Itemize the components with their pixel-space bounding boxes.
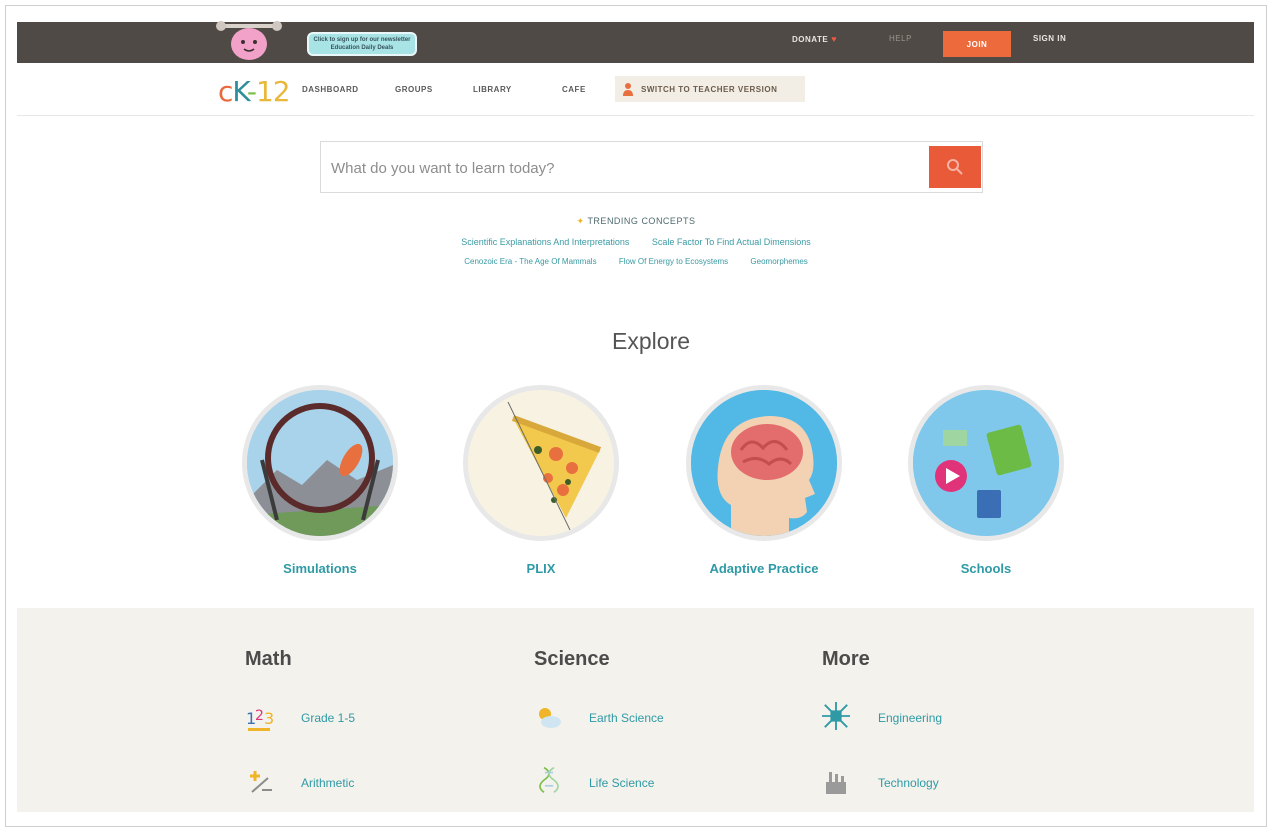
explore-heading: Explore [612, 328, 690, 354]
math-heading: Math [245, 648, 292, 670]
sign-in-link[interactable]: SIGN IN [1033, 34, 1066, 43]
tile-label-adaptive-practice: Adaptive Practice [709, 561, 819, 576]
promo-line-2: Education Daily Deals [330, 45, 394, 51]
trending-link[interactable]: Cenozoic Era - The Age Of Mammals [464, 257, 596, 266]
teacher-icon [623, 83, 633, 96]
subject-earth-science[interactable]: Earth Science [589, 711, 664, 725]
tile-adaptive-practice[interactable]: Adaptive Practice [679, 385, 849, 576]
svg-text:3: 3 [264, 709, 274, 728]
trending-label: TRENDING CONCEPTS [587, 216, 696, 226]
svg-text:2: 2 [255, 708, 264, 724]
subject-grade-1-5[interactable]: Grade 1-5 [301, 711, 355, 725]
ck12-logo[interactable]: cK-12 [218, 75, 291, 108]
trending-link[interactable]: Scientific Explanations And Interpretati… [461, 237, 629, 247]
heart-icon: ♥ [831, 34, 838, 44]
brain-head-icon [691, 390, 837, 536]
switch-teacher-label: SWITCH TO TEACHER VERSION [641, 84, 778, 94]
nav-groups[interactable]: GROUPS [395, 85, 433, 94]
nav-library[interactable]: LIBRARY [473, 85, 512, 94]
subject-engineering[interactable]: Engineering [878, 711, 942, 725]
dna-icon [539, 766, 559, 794]
subject-technology[interactable]: Technology [878, 776, 939, 790]
join-button[interactable]: JOIN [943, 31, 1011, 57]
subject-life-science[interactable]: Life Science [589, 776, 654, 790]
mascot-icon [216, 21, 282, 60]
trending-link[interactable]: Geomorphemes [750, 257, 807, 266]
donate-link[interactable]: DONATE ♥ [792, 34, 837, 44]
engineering-circuit-icon [822, 702, 850, 730]
earth-weather-icon [539, 708, 561, 728]
newsletter-promo[interactable]: Click to sign up for our newsletter Educ… [307, 32, 417, 56]
subject-arithmetic[interactable]: Arithmetic [301, 776, 354, 790]
main-nav: cK-12 DASHBOARD GROUPS LIBRARY CAFE SWIT… [17, 63, 1254, 116]
logo-c: c [218, 75, 233, 108]
numbers-123-icon: 1 2 3 [246, 708, 274, 731]
search-input[interactable] [329, 152, 923, 184]
pizza-slice-icon [468, 390, 614, 536]
tile-label-plix: PLIX [526, 561, 556, 576]
more-heading: More [822, 648, 870, 670]
plix-image [463, 385, 619, 541]
trending-link[interactable]: Scale Factor To Find Actual Dimensions [652, 237, 811, 247]
tile-plix[interactable]: PLIX [456, 385, 626, 576]
logo-k: K [232, 75, 247, 108]
nav-dashboard[interactable]: DASHBOARD [302, 85, 359, 94]
logo-dash: - [246, 75, 257, 108]
donate-label: DONATE [792, 35, 829, 44]
search-box [320, 141, 983, 193]
simulations-image [242, 385, 398, 541]
roller-coaster-icon [247, 390, 393, 536]
tile-label-schools: Schools [960, 561, 1012, 576]
trending-heading: ✦ TRENDING CONCEPTS [0, 216, 1272, 227]
science-heading: Science [534, 648, 610, 670]
nav-cafe[interactable]: CAFE [562, 85, 586, 94]
tile-simulations[interactable]: Simulations [235, 385, 405, 576]
tile-label-simulations: Simulations [283, 561, 357, 576]
trending-row-2: Cenozoic Era - The Age Of Mammals Flow O… [0, 257, 1272, 266]
promo-line-1: Click to sign up for our newsletter [313, 37, 411, 43]
trending-link[interactable]: Flow Of Energy to Ecosystems [619, 257, 728, 266]
tile-schools[interactable]: Schools [901, 385, 1071, 576]
search-icon [947, 159, 963, 175]
schools-image [908, 385, 1064, 541]
help-link[interactable]: HELP [889, 34, 912, 43]
subjects-section: Math Science More 1 2 3 Grade 1-5 Arithm… [17, 608, 1254, 812]
top-bar: Click to sign up for our newsletter Educ… [17, 21, 1254, 63]
search-button[interactable] [929, 146, 981, 188]
switch-teacher-button[interactable]: SWITCH TO TEACHER VERSION [615, 76, 805, 102]
technology-factory-icon [826, 772, 846, 794]
trending-row-1: Scientific Explanations And Interpretati… [0, 237, 1272, 247]
logo-12: 12 [255, 75, 291, 108]
adaptive-practice-image [686, 385, 842, 541]
arithmetic-icon [250, 771, 272, 793]
trending-icon: ✦ [576, 216, 585, 226]
books-media-icon [913, 390, 1059, 536]
